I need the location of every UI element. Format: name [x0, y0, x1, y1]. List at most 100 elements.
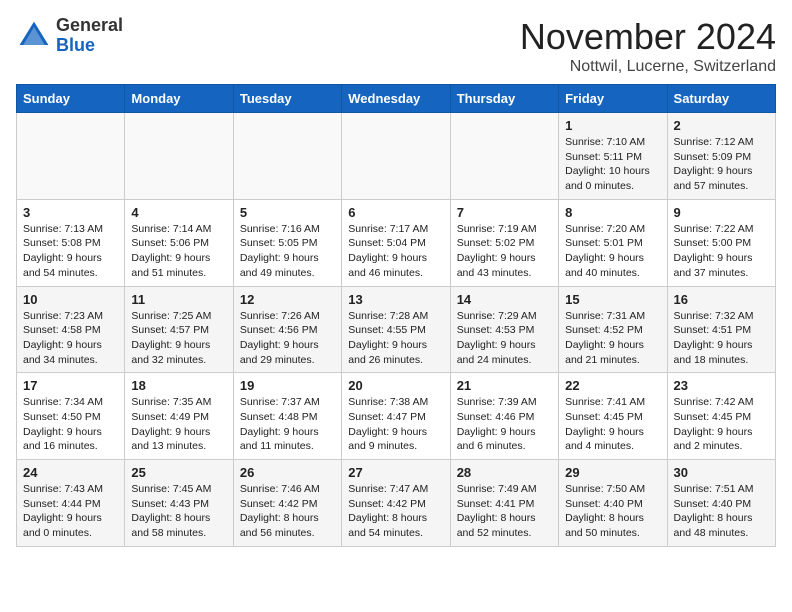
day-number: 21	[457, 378, 552, 393]
day-of-week-header: Friday	[559, 85, 667, 113]
day-info: Sunrise: 7:31 AM Sunset: 4:52 PM Dayligh…	[565, 309, 660, 368]
calendar-cell: 20 Sunrise: 7:38 AM Sunset: 4:47 PM Dayli…	[342, 373, 450, 460]
calendar-week-row: 3 Sunrise: 7:13 AM Sunset: 5:08 PM Daylig…	[17, 199, 776, 286]
day-info: Sunrise: 7:23 AM Sunset: 4:58 PM Dayligh…	[23, 309, 118, 368]
day-number: 25	[131, 465, 226, 480]
month-title: November 2024	[520, 16, 776, 58]
calendar-cell: 5Sunrise: 7:16 AM Sunset: 5:05 PM Daylig…	[233, 199, 341, 286]
day-number: 4	[131, 205, 226, 220]
day-info: Sunrise: 7:38 AM Sunset: 4:47 PM Dayligh…	[348, 395, 443, 454]
calendar-cell: 3 Sunrise: 7:13 AM Sunset: 5:08 PM Daylig…	[17, 199, 125, 286]
day-number: 26	[240, 465, 335, 480]
location-title: Nottwil, Lucerne, Switzerland	[520, 58, 776, 76]
day-info: Sunrise: 7:26 AM Sunset: 4:56 PM Dayligh…	[240, 309, 335, 368]
calendar-cell: 12 Sunrise: 7:26 AM Sunset: 4:56 PM Dayli…	[233, 286, 341, 373]
day-number: 29	[565, 465, 660, 480]
day-info: Sunrise: 7:49 AM Sunset: 4:41 PM Dayligh…	[457, 482, 552, 541]
day-info: Sunrise: 7:32 AM Sunset: 4:51 PM Dayligh…	[674, 309, 769, 368]
calendar-cell: 16 Sunrise: 7:32 AM Sunset: 4:51 PM Dayli…	[667, 286, 775, 373]
calendar-cell: 17Sunrise: 7:34 AM Sunset: 4:50 PM Dayli…	[17, 373, 125, 460]
day-of-week-header: Saturday	[667, 85, 775, 113]
day-info: Sunrise: 7:42 AM Sunset: 4:45 PM Dayligh…	[674, 395, 769, 454]
calendar-cell: 9 Sunrise: 7:22 AM Sunset: 5:00 PM Daylig…	[667, 199, 775, 286]
day-info: Sunrise: 7:20 AM Sunset: 5:01 PM Dayligh…	[565, 222, 660, 281]
calendar-cell: 27 Sunrise: 7:47 AM Sunset: 4:42 PM Dayli…	[342, 460, 450, 547]
day-number: 28	[457, 465, 552, 480]
day-info: Sunrise: 7:51 AM Sunset: 4:40 PM Dayligh…	[674, 482, 769, 541]
logo: General Blue	[16, 16, 123, 56]
calendar-body: 1Sunrise: 7:10 AM Sunset: 5:11 PM Daylig…	[17, 113, 776, 547]
day-number: 22	[565, 378, 660, 393]
day-number: 24	[23, 465, 118, 480]
day-info: Sunrise: 7:50 AM Sunset: 4:40 PM Dayligh…	[565, 482, 660, 541]
calendar-cell: 23 Sunrise: 7:42 AM Sunset: 4:45 PM Dayli…	[667, 373, 775, 460]
day-number: 5	[240, 205, 335, 220]
calendar-cell: 11 Sunrise: 7:25 AM Sunset: 4:57 PM Dayli…	[125, 286, 233, 373]
day-of-week-header: Tuesday	[233, 85, 341, 113]
day-number: 8	[565, 205, 660, 220]
day-of-week-header: Sunday	[17, 85, 125, 113]
day-number: 6	[348, 205, 443, 220]
day-number: 13	[348, 292, 443, 307]
calendar-cell: 4 Sunrise: 7:14 AM Sunset: 5:06 PM Daylig…	[125, 199, 233, 286]
title-block: November 2024 Nottwil, Lucerne, Switzerl…	[520, 16, 776, 76]
day-of-week-header: Thursday	[450, 85, 558, 113]
day-number: 11	[131, 292, 226, 307]
day-info: Sunrise: 7:39 AM Sunset: 4:46 PM Dayligh…	[457, 395, 552, 454]
day-number: 17	[23, 378, 118, 393]
day-number: 20	[348, 378, 443, 393]
day-info: Sunrise: 7:13 AM Sunset: 5:08 PM Dayligh…	[23, 222, 118, 281]
day-info: Sunrise: 7:37 AM Sunset: 4:48 PM Dayligh…	[240, 395, 335, 454]
day-number: 14	[457, 292, 552, 307]
calendar-cell: 18Sunrise: 7:35 AM Sunset: 4:49 PM Dayli…	[125, 373, 233, 460]
day-info: Sunrise: 7:28 AM Sunset: 4:55 PM Dayligh…	[348, 309, 443, 368]
day-info: Sunrise: 7:19 AM Sunset: 5:02 PM Dayligh…	[457, 222, 552, 281]
day-number: 23	[674, 378, 769, 393]
calendar-cell	[17, 113, 125, 200]
day-number: 27	[348, 465, 443, 480]
calendar-cell: 10 Sunrise: 7:23 AM Sunset: 4:58 PM Dayli…	[17, 286, 125, 373]
calendar-cell: 1Sunrise: 7:10 AM Sunset: 5:11 PM Daylig…	[559, 113, 667, 200]
day-number: 18	[131, 378, 226, 393]
calendar-cell	[125, 113, 233, 200]
calendar-header-row: SundayMondayTuesdayWednesdayThursdayFrid…	[17, 85, 776, 113]
day-info: Sunrise: 7:41 AM Sunset: 4:45 PM Dayligh…	[565, 395, 660, 454]
calendar-cell: 21 Sunrise: 7:39 AM Sunset: 4:46 PM Dayli…	[450, 373, 558, 460]
day-number: 1	[565, 118, 660, 133]
day-info: Sunrise: 7:46 AM Sunset: 4:42 PM Dayligh…	[240, 482, 335, 541]
day-info: Sunrise: 7:25 AM Sunset: 4:57 PM Dayligh…	[131, 309, 226, 368]
calendar-cell: 19Sunrise: 7:37 AM Sunset: 4:48 PM Dayli…	[233, 373, 341, 460]
calendar-cell: 14 Sunrise: 7:29 AM Sunset: 4:53 PM Dayli…	[450, 286, 558, 373]
calendar-week-row: 10 Sunrise: 7:23 AM Sunset: 4:58 PM Dayli…	[17, 286, 776, 373]
day-number: 3	[23, 205, 118, 220]
day-info: Sunrise: 7:43 AM Sunset: 4:44 PM Dayligh…	[23, 482, 118, 541]
day-info: Sunrise: 7:47 AM Sunset: 4:42 PM Dayligh…	[348, 482, 443, 541]
day-of-week-header: Monday	[125, 85, 233, 113]
day-info: Sunrise: 7:29 AM Sunset: 4:53 PM Dayligh…	[457, 309, 552, 368]
page-header: General Blue November 2024 Nottwil, Luce…	[16, 16, 776, 76]
calendar-cell: 22 Sunrise: 7:41 AM Sunset: 4:45 PM Dayli…	[559, 373, 667, 460]
calendar-cell: 29 Sunrise: 7:50 AM Sunset: 4:40 PM Dayli…	[559, 460, 667, 547]
day-number: 10	[23, 292, 118, 307]
calendar-cell: 6 Sunrise: 7:17 AM Sunset: 5:04 PM Daylig…	[342, 199, 450, 286]
calendar-cell: 28 Sunrise: 7:49 AM Sunset: 4:41 PM Dayli…	[450, 460, 558, 547]
day-number: 12	[240, 292, 335, 307]
calendar-cell: 30 Sunrise: 7:51 AM Sunset: 4:40 PM Dayli…	[667, 460, 775, 547]
day-info: Sunrise: 7:17 AM Sunset: 5:04 PM Dayligh…	[348, 222, 443, 281]
calendar-cell: 2Sunrise: 7:12 AM Sunset: 5:09 PM Daylig…	[667, 113, 775, 200]
day-number: 16	[674, 292, 769, 307]
day-number: 15	[565, 292, 660, 307]
calendar-cell: 13 Sunrise: 7:28 AM Sunset: 4:55 PM Dayli…	[342, 286, 450, 373]
calendar-table: SundayMondayTuesdayWednesdayThursdayFrid…	[16, 84, 776, 547]
calendar-cell: 25 Sunrise: 7:45 AM Sunset: 4:43 PM Dayli…	[125, 460, 233, 547]
logo-text: General Blue	[56, 16, 123, 56]
day-info: Sunrise: 7:45 AM Sunset: 4:43 PM Dayligh…	[131, 482, 226, 541]
day-number: 2	[674, 118, 769, 133]
day-number: 30	[674, 465, 769, 480]
calendar-cell	[233, 113, 341, 200]
day-info: Sunrise: 7:22 AM Sunset: 5:00 PM Dayligh…	[674, 222, 769, 281]
logo-icon	[16, 18, 52, 54]
calendar-cell	[342, 113, 450, 200]
day-number: 9	[674, 205, 769, 220]
day-info: Sunrise: 7:14 AM Sunset: 5:06 PM Dayligh…	[131, 222, 226, 281]
